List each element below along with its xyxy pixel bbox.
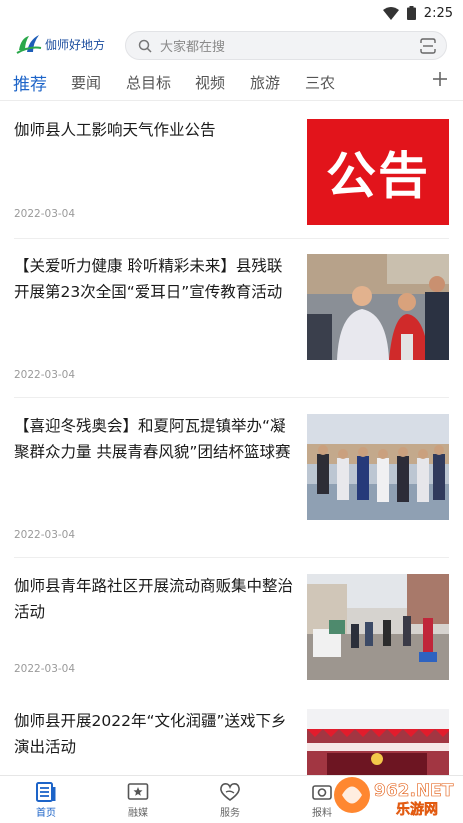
article-title[interactable]: 伽师县开展2022年“文化润疆”送戏下乡演出活动 [14,708,294,760]
channel-tabs: 推荐 要闻 总目标 视频 旅游 三农 [0,68,463,98]
list-item[interactable]: 伽师县开展2022年“文化润疆”送戏下乡演出活动 [0,694,463,775]
article-date: 2022-03-04 [14,529,76,541]
header: 伽师好地方 大家都在搜 [0,28,463,62]
cultural-performance-photo [307,709,449,775]
hearing-event-photo [307,254,449,360]
article-thumbnail[interactable] [307,414,449,520]
service-heart-icon [220,783,240,801]
nav-label: 服务 [220,808,240,819]
list-item[interactable]: 【关爱听力健康 聆听精彩未来】县残联开展第23次全国“爱耳日”宣传教育活动 20… [0,239,463,399]
list-item[interactable]: 【喜迎冬残奥会】和夏阿瓦提镇举办“凝聚群众力量 共展青春风貌”团结杯篮球赛 20… [0,399,463,559]
media-star-icon [127,783,149,800]
battery-icon [406,6,416,20]
divider [14,557,449,558]
search-icon [138,39,152,53]
search-placeholder: 大家都在搜 [160,40,226,55]
article-date: 2022-03-04 [14,369,76,381]
divider [14,397,449,398]
status-bar: 2:25 [0,0,463,26]
search-bar[interactable]: 大家都在搜 [125,31,447,60]
article-title[interactable]: 伽师县青年路社区开展流动商贩集中整治活动 [14,573,294,625]
article-thumbnail[interactable]: 公告 [307,119,449,225]
logo-text: 伽师好地方 [45,37,106,52]
article-title[interactable]: 【喜迎冬残奥会】和夏阿瓦提镇举办“凝聚群众力量 共展青春风貌”团结杯篮球赛 [14,413,294,465]
tab-news[interactable]: 要闻 [71,72,101,93]
wifi-icon [382,6,399,20]
list-item[interactable]: 伽师县人工影响天气作业公告 2022-03-04 公告 [0,101,463,241]
article-date: 2022-03-04 [14,663,76,675]
thumbnail-notice-text: 公告 [326,146,430,205]
tab-agriculture[interactable]: 三农 [305,72,335,93]
scan-icon[interactable] [420,38,436,54]
site-watermark: 962.NET 乐游网 [330,772,460,818]
article-title[interactable]: 【关爱听力健康 聆听精彩未来】县残联开展第23次全国“爱耳日”宣传教育活动 [14,253,294,305]
watermark-subtext: 乐游网 [396,801,438,818]
nav-service[interactable]: 服务 [200,782,260,819]
logo-mark-icon [16,35,42,54]
article-thumbnail[interactable] [307,254,449,360]
status-time: 2:25 [423,5,453,21]
basketball-event-photo [307,414,449,520]
tab-video[interactable]: 视频 [195,72,225,93]
tab-goals[interactable]: 总目标 [126,72,171,93]
watermark-text: 962.NET [374,781,454,801]
app-logo[interactable]: 伽师好地方 [15,32,105,56]
home-doc-icon [36,782,56,802]
nav-label: 首页 [36,808,56,819]
article-title[interactable]: 伽师县人工影响天气作业公告 [14,117,294,143]
article-thumbnail[interactable] [307,709,449,775]
add-channel-icon[interactable] [431,70,449,88]
tab-travel[interactable]: 旅游 [250,72,280,93]
tab-recommend[interactable]: 推荐 [13,70,47,95]
nav-home[interactable]: 首页 [16,782,76,819]
article-thumbnail[interactable] [307,574,449,680]
street-vendor-photo [307,574,449,680]
nav-label: 融媒 [128,808,148,819]
nav-media[interactable]: 融媒 [108,782,168,819]
article-date: 2022-03-04 [14,208,76,220]
